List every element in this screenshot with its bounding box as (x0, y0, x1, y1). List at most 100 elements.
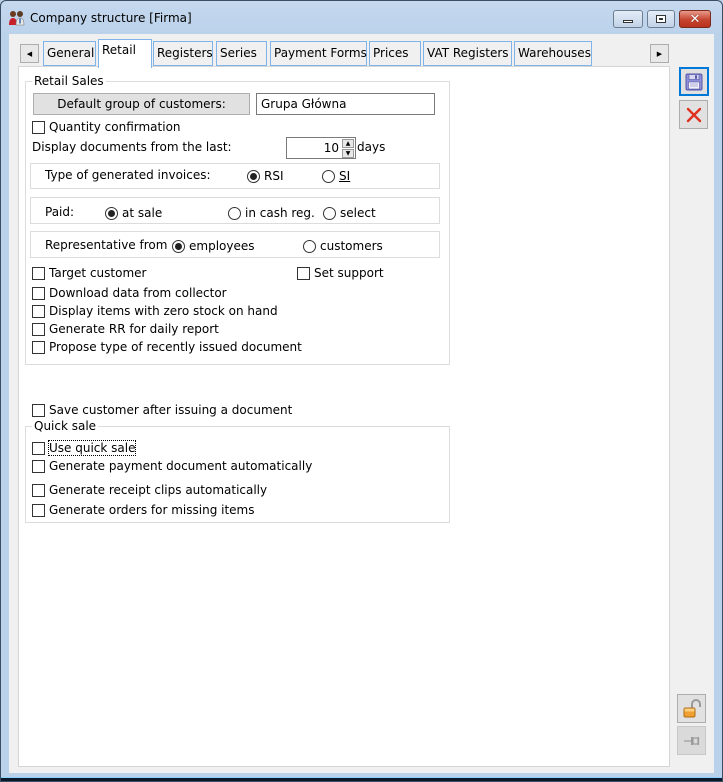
checkbox-box (32, 459, 45, 473)
tab-scroll-left-button[interactable]: ◀ (20, 44, 39, 63)
retail-sales-group: Retail Sales Default group of customers:… (25, 74, 450, 365)
checkbox-label: Target customer (49, 266, 147, 280)
checkbox-label: Set support (314, 266, 384, 280)
quantity-confirmation-checkbox[interactable]: Quantity confirmation (32, 120, 181, 134)
generate-receipt-clips-checkbox[interactable]: Generate receipt clips automatically (32, 483, 267, 497)
checkbox-label: Generate receipt clips automatically (49, 483, 268, 497)
invoice-type-group: Type of generated invoices: RSI SI (30, 163, 440, 189)
paid-at-sale-radio[interactable]: at sale (105, 206, 162, 220)
checkbox-label: Generate payment document automatically (49, 459, 313, 473)
set-support-checkbox[interactable]: Set support (297, 266, 384, 280)
tab-general[interactable]: General (43, 41, 96, 66)
checkbox-label: Quantity confirmation (49, 120, 181, 134)
paid-group: Paid: at sale in cash reg. select (30, 197, 440, 224)
checkbox-label: Generate orders for missing items (49, 503, 255, 517)
use-quick-sale-checkbox[interactable]: Use quick sale (32, 440, 137, 456)
tab-vat-registers[interactable]: VAT Registers (423, 41, 512, 66)
download-data-from-collector-checkbox[interactable]: Download data from collector (32, 286, 227, 300)
invoice-type-si-radio[interactable]: SI (322, 169, 350, 183)
paid-select-radio[interactable]: select (323, 206, 376, 220)
radio-label: in cash reg. (245, 206, 315, 220)
unlock-icon (683, 698, 701, 717)
cancel-icon (686, 107, 701, 122)
checkbox-box (32, 266, 45, 280)
generate-orders-missing-items-checkbox[interactable]: Generate orders for missing items (32, 503, 255, 517)
window-client: ◀ General Retail Registers Series Paymen… (9, 34, 714, 773)
save-button[interactable] (679, 67, 709, 96)
checkbox-box (32, 403, 45, 417)
title-bar[interactable]: Company structure [Firma] ✕ (1, 1, 722, 34)
close-icon: ✕ (689, 11, 701, 27)
tab-label: Series (220, 46, 257, 60)
users-icon (9, 11, 25, 26)
days-unit-label: days (357, 140, 386, 154)
spin-down-button[interactable]: ▼ (342, 149, 354, 158)
checkbox-box (32, 286, 45, 300)
checkbox-label: Propose type of recently issued document (49, 340, 302, 354)
window-title: Company structure [Firma] (30, 11, 192, 25)
radio-circle (105, 206, 118, 220)
save-customer-checkbox[interactable]: Save customer after issuing a document (32, 403, 292, 417)
tab-registers[interactable]: Registers (153, 41, 213, 66)
spin-up-button[interactable]: ▲ (342, 139, 354, 148)
close-button[interactable]: ✕ (679, 10, 711, 28)
checkbox-box (32, 120, 45, 134)
display-zero-stock-items-checkbox[interactable]: Display items with zero stock on hand (32, 304, 278, 318)
checkbox-label: Generate RR for daily report (49, 322, 219, 336)
pin-icon (683, 736, 699, 745)
tab-label: General (47, 46, 95, 60)
checkbox-label: Save customer after issuing a document (49, 403, 293, 417)
minimize-button[interactable] (613, 10, 643, 28)
tab-payment-forms[interactable]: Payment Forms (270, 41, 367, 66)
representative-employees-radio[interactable]: employees (172, 239, 255, 253)
radio-label: select (340, 206, 376, 220)
default-group-field[interactable]: Grupa Główna (256, 93, 435, 115)
checkbox-label: Display items with zero stock on hand (49, 304, 278, 318)
radio-label: SI (339, 169, 351, 183)
retail-sales-legend: Retail Sales (32, 74, 106, 88)
cancel-button[interactable] (679, 100, 708, 129)
tab-label: Payment Forms (274, 46, 367, 60)
tab-retail[interactable]: Retail (98, 39, 152, 68)
invoice-type-rsi-radio[interactable]: RSI (247, 169, 284, 183)
lock-button[interactable] (677, 694, 706, 723)
caret-right-icon: ▶ (656, 49, 663, 58)
pin-button[interactable] (677, 726, 706, 755)
checkbox-box (32, 483, 45, 497)
tab-series[interactable]: Series (216, 41, 267, 66)
generate-rr-checkbox[interactable]: Generate RR for daily report (32, 322, 219, 336)
representative-customers-radio[interactable]: customers (303, 239, 383, 253)
checkbox-box (32, 441, 45, 455)
tab-label: VAT Registers (427, 46, 509, 60)
propose-document-type-checkbox[interactable]: Propose type of recently issued document (32, 340, 302, 354)
checkbox-label: Download data from collector (49, 286, 227, 300)
maximize-button[interactable] (647, 10, 675, 28)
checkbox-box (32, 304, 45, 318)
radio-circle (172, 239, 185, 253)
checkbox-box (297, 266, 310, 280)
days-value: 10 (323, 141, 339, 155)
checkbox-box (32, 503, 45, 517)
radio-label: customers (320, 239, 383, 253)
checkbox-box (32, 322, 45, 336)
generate-payment-document-checkbox[interactable]: Generate payment document automatically (32, 459, 312, 473)
radio-label: RSI (264, 169, 284, 183)
target-customer-checkbox[interactable]: Target customer (32, 266, 146, 280)
checkbox-box (32, 340, 45, 354)
radio-circle (323, 206, 336, 220)
radio-circle (247, 169, 260, 183)
minimize-icon (623, 19, 633, 23)
display-documents-days-spinner[interactable]: 10 ▲ ▼ (286, 137, 356, 159)
tab-label: Prices (373, 46, 409, 60)
display-documents-label: Display documents from the last: (32, 140, 232, 154)
radio-label: at sale (122, 206, 163, 220)
default-group-of-customers-button[interactable]: Default group of customers: (33, 93, 250, 115)
tab-scroll-right-button[interactable]: ▶ (650, 44, 669, 63)
checkbox-label: Use quick sale (47, 440, 137, 456)
invoice-type-label: Type of generated invoices: (45, 168, 211, 182)
tab-prices[interactable]: Prices (369, 41, 421, 66)
tab-warehouses[interactable]: Warehouses (514, 41, 592, 66)
paid-in-cash-reg-radio[interactable]: in cash reg. (228, 206, 315, 220)
paid-label: Paid: (45, 205, 75, 219)
radio-label: employees (189, 239, 255, 253)
